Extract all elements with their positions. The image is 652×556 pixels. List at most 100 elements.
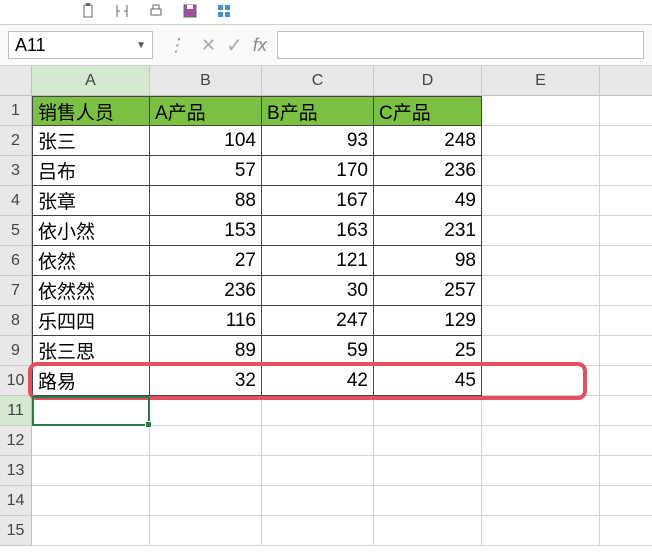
cell-A11[interactable] <box>32 396 150 426</box>
row-header-5[interactable]: 5 <box>0 216 32 246</box>
column-header-A[interactable]: A <box>32 66 150 96</box>
cell-D2[interactable]: 248 <box>374 126 482 156</box>
cell-D11[interactable] <box>374 396 482 426</box>
chevron-down-icon[interactable]: ▼ <box>136 40 146 51</box>
accept-formula-icon[interactable]: ✓ <box>226 33 243 58</box>
cancel-formula-icon[interactable]: ✕ <box>201 35 216 56</box>
cell-C10[interactable]: 42 <box>262 366 374 396</box>
cell-1[interactable] <box>600 96 652 126</box>
row-header-4[interactable]: 4 <box>0 186 32 216</box>
cell-A13[interactable] <box>32 456 150 486</box>
cell-C3[interactable]: 170 <box>262 156 374 186</box>
cell-A10[interactable]: 路易 <box>32 366 150 396</box>
cell-11[interactable] <box>600 396 652 426</box>
cell-E6[interactable] <box>482 246 600 276</box>
cell-E3[interactable] <box>482 156 600 186</box>
cell-E10[interactable] <box>482 366 600 396</box>
cell-E13[interactable] <box>482 456 600 486</box>
cell-A14[interactable] <box>32 486 150 516</box>
cell-C4[interactable]: 167 <box>262 186 374 216</box>
cell-B1[interactable]: A产品 <box>150 96 262 126</box>
cell-A2[interactable]: 张三 <box>32 126 150 156</box>
formula-input[interactable] <box>277 31 644 59</box>
cell-D13[interactable] <box>374 456 482 486</box>
row-header-11[interactable]: 11 <box>0 396 32 426</box>
column-header-D[interactable]: D <box>374 66 482 96</box>
row-header-7[interactable]: 7 <box>0 276 32 306</box>
cell-D10[interactable]: 45 <box>374 366 482 396</box>
grid-icon[interactable] <box>216 3 232 22</box>
cell-C7[interactable]: 30 <box>262 276 374 306</box>
cell-C12[interactable] <box>262 426 374 456</box>
cell-6[interactable] <box>600 246 652 276</box>
column-header-C[interactable]: C <box>262 66 374 96</box>
ellipsis-icon[interactable]: ⋮ <box>161 35 191 56</box>
cell-E15[interactable] <box>482 516 600 546</box>
cell-E7[interactable] <box>482 276 600 306</box>
cell-9[interactable] <box>600 336 652 366</box>
row-header-10[interactable]: 10 <box>0 366 32 396</box>
cell-4[interactable] <box>600 186 652 216</box>
cell-D14[interactable] <box>374 486 482 516</box>
cell-E1[interactable] <box>482 96 600 126</box>
cell-E9[interactable] <box>482 336 600 366</box>
cell-D3[interactable]: 236 <box>374 156 482 186</box>
cell-A15[interactable] <box>32 516 150 546</box>
row-header-9[interactable]: 9 <box>0 336 32 366</box>
cell-B6[interactable]: 27 <box>150 246 262 276</box>
row-header-8[interactable]: 8 <box>0 306 32 336</box>
paste-icon[interactable] <box>80 3 96 22</box>
cell-D7[interactable]: 257 <box>374 276 482 306</box>
row-header-2[interactable]: 2 <box>0 126 32 156</box>
cell-A4[interactable]: 张章 <box>32 186 150 216</box>
cell-B12[interactable] <box>150 426 262 456</box>
row-header-12[interactable]: 12 <box>0 426 32 456</box>
column-header-extra[interactable] <box>600 66 652 96</box>
row-header-13[interactable]: 13 <box>0 456 32 486</box>
cell-D5[interactable]: 231 <box>374 216 482 246</box>
cell-E8[interactable] <box>482 306 600 336</box>
cell-A1[interactable]: 销售人员 <box>32 96 150 126</box>
cell-3[interactable] <box>600 156 652 186</box>
column-header-B[interactable]: B <box>150 66 262 96</box>
cell-C1[interactable]: B产品 <box>262 96 374 126</box>
cell-A9[interactable]: 张三思 <box>32 336 150 366</box>
cell-C9[interactable]: 59 <box>262 336 374 366</box>
cell-C13[interactable] <box>262 456 374 486</box>
cell-B10[interactable]: 32 <box>150 366 262 396</box>
cell-B5[interactable]: 153 <box>150 216 262 246</box>
cell-B9[interactable]: 89 <box>150 336 262 366</box>
cell-D1[interactable]: C产品 <box>374 96 482 126</box>
name-box[interactable]: A11 ▼ <box>8 31 153 59</box>
cell-7[interactable] <box>600 276 652 306</box>
cell-C5[interactable]: 163 <box>262 216 374 246</box>
fx-icon[interactable]: fx <box>253 35 267 56</box>
cell-10[interactable] <box>600 366 652 396</box>
row-header-14[interactable]: 14 <box>0 486 32 516</box>
cell-B13[interactable] <box>150 456 262 486</box>
cell-B8[interactable]: 116 <box>150 306 262 336</box>
row-header-1[interactable]: 1 <box>0 96 32 126</box>
cell-D6[interactable]: 98 <box>374 246 482 276</box>
cell-8[interactable] <box>600 306 652 336</box>
cell-E5[interactable] <box>482 216 600 246</box>
cell-12[interactable] <box>600 426 652 456</box>
cell-B2[interactable]: 104 <box>150 126 262 156</box>
cell-C11[interactable] <box>262 396 374 426</box>
cell-E2[interactable] <box>482 126 600 156</box>
cell-B7[interactable]: 236 <box>150 276 262 306</box>
print-icon[interactable] <box>148 3 164 22</box>
cell-A6[interactable]: 依然 <box>32 246 150 276</box>
column-header-E[interactable]: E <box>482 66 600 96</box>
cell-C2[interactable]: 93 <box>262 126 374 156</box>
cell-C6[interactable]: 121 <box>262 246 374 276</box>
row-header-15[interactable]: 15 <box>0 516 32 546</box>
cell-E4[interactable] <box>482 186 600 216</box>
cell-C14[interactable] <box>262 486 374 516</box>
cell-2[interactable] <box>600 126 652 156</box>
cell-D8[interactable]: 129 <box>374 306 482 336</box>
cell-E14[interactable] <box>482 486 600 516</box>
bracket-icon[interactable] <box>114 3 130 22</box>
cell-B11[interactable] <box>150 396 262 426</box>
row-header-6[interactable]: 6 <box>0 246 32 276</box>
